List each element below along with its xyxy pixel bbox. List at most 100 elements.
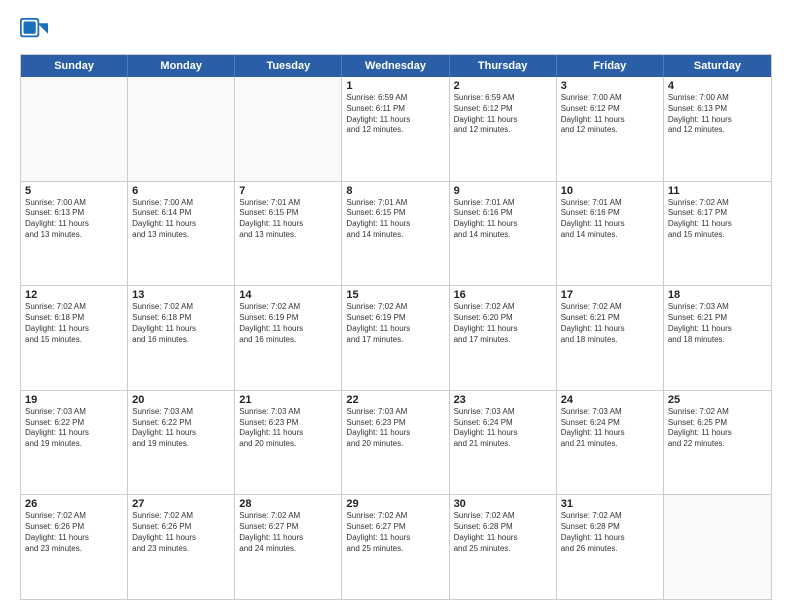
calendar-cell: 27Sunrise: 7:02 AM Sunset: 6:26 PM Dayli…	[128, 495, 235, 599]
cell-text: Sunrise: 7:02 AM Sunset: 6:18 PM Dayligh…	[132, 302, 230, 345]
day-number: 8	[346, 185, 444, 197]
weekday-header: Sunday	[21, 55, 128, 77]
day-number: 30	[454, 498, 552, 510]
cell-text: Sunrise: 7:02 AM Sunset: 6:19 PM Dayligh…	[346, 302, 444, 345]
calendar-cell	[664, 495, 771, 599]
calendar-cell: 1Sunrise: 6:59 AM Sunset: 6:11 PM Daylig…	[342, 77, 449, 181]
calendar-cell: 6Sunrise: 7:00 AM Sunset: 6:14 PM Daylig…	[128, 182, 235, 286]
cell-text: Sunrise: 7:02 AM Sunset: 6:28 PM Dayligh…	[454, 511, 552, 554]
day-number: 31	[561, 498, 659, 510]
cell-text: Sunrise: 7:02 AM Sunset: 6:27 PM Dayligh…	[346, 511, 444, 554]
day-number: 17	[561, 289, 659, 301]
calendar-row: 5Sunrise: 7:00 AM Sunset: 6:13 PM Daylig…	[21, 182, 771, 287]
calendar-cell: 5Sunrise: 7:00 AM Sunset: 6:13 PM Daylig…	[21, 182, 128, 286]
cell-text: Sunrise: 7:02 AM Sunset: 6:19 PM Dayligh…	[239, 302, 337, 345]
cell-text: Sunrise: 7:01 AM Sunset: 6:16 PM Dayligh…	[561, 198, 659, 241]
calendar-cell: 23Sunrise: 7:03 AM Sunset: 6:24 PM Dayli…	[450, 391, 557, 495]
day-number: 24	[561, 394, 659, 406]
day-number: 23	[454, 394, 552, 406]
cell-text: Sunrise: 7:01 AM Sunset: 6:16 PM Dayligh…	[454, 198, 552, 241]
calendar-row: 19Sunrise: 7:03 AM Sunset: 6:22 PM Dayli…	[21, 391, 771, 496]
calendar-cell: 20Sunrise: 7:03 AM Sunset: 6:22 PM Dayli…	[128, 391, 235, 495]
calendar-cell: 8Sunrise: 7:01 AM Sunset: 6:15 PM Daylig…	[342, 182, 449, 286]
cell-text: Sunrise: 7:00 AM Sunset: 6:13 PM Dayligh…	[668, 93, 767, 136]
logo-icon	[20, 18, 48, 46]
day-number: 15	[346, 289, 444, 301]
cell-text: Sunrise: 7:02 AM Sunset: 6:25 PM Dayligh…	[668, 407, 767, 450]
day-number: 25	[668, 394, 767, 406]
cell-text: Sunrise: 7:02 AM Sunset: 6:20 PM Dayligh…	[454, 302, 552, 345]
calendar-cell: 19Sunrise: 7:03 AM Sunset: 6:22 PM Dayli…	[21, 391, 128, 495]
calendar-row: 1Sunrise: 6:59 AM Sunset: 6:11 PM Daylig…	[21, 77, 771, 182]
day-number: 27	[132, 498, 230, 510]
calendar-row: 12Sunrise: 7:02 AM Sunset: 6:18 PM Dayli…	[21, 286, 771, 391]
cell-text: Sunrise: 6:59 AM Sunset: 6:11 PM Dayligh…	[346, 93, 444, 136]
calendar-cell	[21, 77, 128, 181]
cell-text: Sunrise: 7:02 AM Sunset: 6:17 PM Dayligh…	[668, 198, 767, 241]
cell-text: Sunrise: 7:03 AM Sunset: 6:22 PM Dayligh…	[25, 407, 123, 450]
calendar-header: SundayMondayTuesdayWednesdayThursdayFrid…	[21, 55, 771, 77]
calendar-cell: 7Sunrise: 7:01 AM Sunset: 6:15 PM Daylig…	[235, 182, 342, 286]
day-number: 22	[346, 394, 444, 406]
calendar-cell: 18Sunrise: 7:03 AM Sunset: 6:21 PM Dayli…	[664, 286, 771, 390]
calendar-cell: 16Sunrise: 7:02 AM Sunset: 6:20 PM Dayli…	[450, 286, 557, 390]
cell-text: Sunrise: 7:03 AM Sunset: 6:24 PM Dayligh…	[454, 407, 552, 450]
cell-text: Sunrise: 7:00 AM Sunset: 6:14 PM Dayligh…	[132, 198, 230, 241]
header	[20, 18, 772, 46]
calendar-cell: 13Sunrise: 7:02 AM Sunset: 6:18 PM Dayli…	[128, 286, 235, 390]
calendar-cell: 12Sunrise: 7:02 AM Sunset: 6:18 PM Dayli…	[21, 286, 128, 390]
calendar-cell: 26Sunrise: 7:02 AM Sunset: 6:26 PM Dayli…	[21, 495, 128, 599]
calendar-cell: 28Sunrise: 7:02 AM Sunset: 6:27 PM Dayli…	[235, 495, 342, 599]
day-number: 16	[454, 289, 552, 301]
day-number: 9	[454, 185, 552, 197]
calendar-cell: 29Sunrise: 7:02 AM Sunset: 6:27 PM Dayli…	[342, 495, 449, 599]
day-number: 12	[25, 289, 123, 301]
logo	[20, 18, 52, 46]
calendar-cell	[128, 77, 235, 181]
day-number: 28	[239, 498, 337, 510]
calendar-cell: 22Sunrise: 7:03 AM Sunset: 6:23 PM Dayli…	[342, 391, 449, 495]
calendar-cell: 3Sunrise: 7:00 AM Sunset: 6:12 PM Daylig…	[557, 77, 664, 181]
day-number: 13	[132, 289, 230, 301]
calendar-cell: 10Sunrise: 7:01 AM Sunset: 6:16 PM Dayli…	[557, 182, 664, 286]
cell-text: Sunrise: 7:02 AM Sunset: 6:21 PM Dayligh…	[561, 302, 659, 345]
cell-text: Sunrise: 7:02 AM Sunset: 6:27 PM Dayligh…	[239, 511, 337, 554]
day-number: 21	[239, 394, 337, 406]
day-number: 11	[668, 185, 767, 197]
weekday-header: Monday	[128, 55, 235, 77]
cell-text: Sunrise: 7:00 AM Sunset: 6:12 PM Dayligh…	[561, 93, 659, 136]
day-number: 4	[668, 80, 767, 92]
calendar-cell: 2Sunrise: 6:59 AM Sunset: 6:12 PM Daylig…	[450, 77, 557, 181]
page: SundayMondayTuesdayWednesdayThursdayFrid…	[0, 0, 792, 612]
day-number: 6	[132, 185, 230, 197]
cell-text: Sunrise: 7:03 AM Sunset: 6:21 PM Dayligh…	[668, 302, 767, 345]
cell-text: Sunrise: 7:02 AM Sunset: 6:18 PM Dayligh…	[25, 302, 123, 345]
cell-text: Sunrise: 7:03 AM Sunset: 6:23 PM Dayligh…	[239, 407, 337, 450]
weekday-header: Saturday	[664, 55, 771, 77]
calendar: SundayMondayTuesdayWednesdayThursdayFrid…	[20, 54, 772, 600]
calendar-cell: 14Sunrise: 7:02 AM Sunset: 6:19 PM Dayli…	[235, 286, 342, 390]
calendar-cell	[235, 77, 342, 181]
calendar-cell: 30Sunrise: 7:02 AM Sunset: 6:28 PM Dayli…	[450, 495, 557, 599]
calendar-cell: 21Sunrise: 7:03 AM Sunset: 6:23 PM Dayli…	[235, 391, 342, 495]
calendar-cell: 25Sunrise: 7:02 AM Sunset: 6:25 PM Dayli…	[664, 391, 771, 495]
weekday-header: Tuesday	[235, 55, 342, 77]
cell-text: Sunrise: 7:01 AM Sunset: 6:15 PM Dayligh…	[239, 198, 337, 241]
day-number: 14	[239, 289, 337, 301]
weekday-header: Wednesday	[342, 55, 449, 77]
calendar-cell: 31Sunrise: 7:02 AM Sunset: 6:28 PM Dayli…	[557, 495, 664, 599]
day-number: 3	[561, 80, 659, 92]
day-number: 18	[668, 289, 767, 301]
calendar-cell: 9Sunrise: 7:01 AM Sunset: 6:16 PM Daylig…	[450, 182, 557, 286]
day-number: 7	[239, 185, 337, 197]
calendar-cell: 17Sunrise: 7:02 AM Sunset: 6:21 PM Dayli…	[557, 286, 664, 390]
calendar-cell: 24Sunrise: 7:03 AM Sunset: 6:24 PM Dayli…	[557, 391, 664, 495]
calendar-cell: 11Sunrise: 7:02 AM Sunset: 6:17 PM Dayli…	[664, 182, 771, 286]
calendar-cell: 15Sunrise: 7:02 AM Sunset: 6:19 PM Dayli…	[342, 286, 449, 390]
calendar-body: 1Sunrise: 6:59 AM Sunset: 6:11 PM Daylig…	[21, 77, 771, 599]
weekday-header: Thursday	[450, 55, 557, 77]
day-number: 2	[454, 80, 552, 92]
day-number: 26	[25, 498, 123, 510]
calendar-row: 26Sunrise: 7:02 AM Sunset: 6:26 PM Dayli…	[21, 495, 771, 599]
cell-text: Sunrise: 7:02 AM Sunset: 6:28 PM Dayligh…	[561, 511, 659, 554]
